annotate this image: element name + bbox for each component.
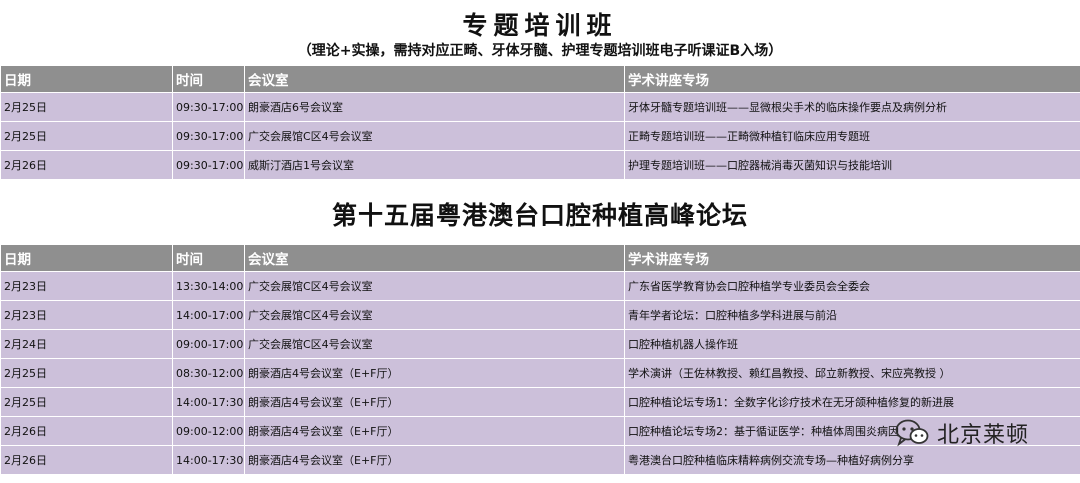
cell-date: 2月25日 <box>0 387 173 417</box>
cell-room: 朗豪酒店4号会议室（E+F厅） <box>244 416 625 446</box>
cell-room: 朗豪酒店4号会议室（E+F厅） <box>244 358 625 388</box>
table-row: 2月25日 09:30-17:00 广交会展馆C区4号会议室 正畸专题培训班——正畸微… <box>0 121 1080 151</box>
cell-session: 护理专题培训班——口腔器械消毒灭菌知识与技能培训 <box>624 150 1080 180</box>
column-header-date: 日期 <box>0 65 173 93</box>
column-header-session: 学术讲座专场 <box>624 244 1080 272</box>
cell-time: 09:30-17:00 <box>172 92 245 122</box>
table-row: 2月23日 14:00-17:00 广交会展馆C区4号会议室 青年学者论坛：口腔种植多… <box>0 300 1080 330</box>
table-row: 2月26日 09:30-17:00 威斯汀酒店1号会议室 护理专题培训班——口腔器械消… <box>0 150 1080 180</box>
cell-room: 广交会展馆C区4号会议室 <box>244 121 625 151</box>
cell-session: 广东省医学教育协会口腔种植学专业委员会全委会 <box>624 271 1080 301</box>
cell-room: 朗豪酒店6号会议室 <box>244 92 625 122</box>
cell-date: 2月26日 <box>0 416 173 446</box>
cell-room: 威斯汀酒店1号会议室 <box>244 150 625 180</box>
table-header-row: 日期 时间 会议室 学术讲座专场 <box>0 65 1080 93</box>
cell-time: 09:00-12:00 <box>172 416 245 446</box>
column-header-room: 会议室 <box>244 65 625 93</box>
section1-title: 专题培训班 <box>462 11 618 40</box>
cell-session: 口腔种植机器人操作班 <box>624 329 1080 359</box>
cell-time: 14:00-17:30 <box>172 445 245 475</box>
section1-subtitle: （理论+实操，需持对应正畸、牙体牙髓、护理专题培训班电子听课证B入场） <box>297 43 783 59</box>
cell-time: 08:30-12:00 <box>172 358 245 388</box>
section2-title: 第十五届粤港澳台口腔种植高峰论坛 <box>331 201 748 230</box>
cell-time: 09:30-17:00 <box>172 121 245 151</box>
cell-date: 2月24日 <box>0 329 173 359</box>
cell-date: 2月23日 <box>0 271 173 301</box>
column-header-time: 时间 <box>172 65 245 93</box>
table-row: 2月23日 13:30-14:00 广交会展馆C区4号会议室 广东省医学教育协会口腔种… <box>0 271 1080 301</box>
cell-date: 2月26日 <box>0 445 173 475</box>
table-row: 2月25日 08:30-12:00 朗豪酒店4号会议室（E+F厅） 学术演讲（王佐林教… <box>0 358 1080 388</box>
column-header-room: 会议室 <box>244 244 625 272</box>
cell-session: 牙体牙髓专题培训班——显微根尖手术的临床操作要点及病例分析 <box>624 92 1080 122</box>
cell-date: 2月26日 <box>0 150 173 180</box>
table-row: 2月25日 14:00-17:30 朗豪酒店4号会议室（E+F厅） 口腔种植论坛专场1… <box>0 387 1080 417</box>
watermark-text: 北京莱顿 <box>937 423 1030 448</box>
cell-date: 2月25日 <box>0 121 173 151</box>
training-schedule-table: 日期 时间 会议室 学术讲座专场 2月25日 09:30-17:00 朗豪酒店6号会议室牙… <box>0 65 1080 180</box>
cell-session: 学术演讲（王佐林教授、赖红昌教授、邱立新教授、宋应亮教授 ） <box>624 358 1080 388</box>
cell-room: 广交会展馆C区4号会议室 <box>244 271 625 301</box>
cell-time: 09:00-17:00 <box>172 329 245 359</box>
table-row: 2月25日 09:30-17:00 朗豪酒店6号会议室 牙体牙髓专题培训班——显微根尖… <box>0 92 1080 122</box>
cell-time: 13:30-14:00 <box>172 271 245 301</box>
wechat-icon <box>895 419 929 447</box>
table-header-row: 日期 时间 会议室 学术讲座专场 <box>0 244 1080 272</box>
column-header-time: 时间 <box>172 244 245 272</box>
cell-date: 2月25日 <box>0 358 173 388</box>
table-row: 2月24日 09:00-17:00 广交会展馆C区4号会议室 口腔种植机器人操作班 <box>0 329 1080 359</box>
cell-room: 朗豪酒店4号会议室（E+F厅） <box>244 387 625 417</box>
cell-room: 朗豪酒店4号会议室（E+F厅） <box>244 445 625 475</box>
cell-time: 09:30-17:00 <box>172 150 245 180</box>
cell-time: 14:00-17:30 <box>172 387 245 417</box>
column-header-session: 学术讲座专场 <box>624 65 1080 93</box>
cell-session: 口腔种植论坛专场1：全数字化诊疗技术在无牙颌种植修复的新进展 <box>624 387 1080 417</box>
cell-session: 正畸专题培训班——正畸微种植钉临床应用专题班 <box>624 121 1080 151</box>
cell-room: 广交会展馆C区4号会议室 <box>244 300 625 330</box>
cell-room: 广交会展馆C区4号会议室 <box>244 329 625 359</box>
column-header-date: 日期 <box>0 244 173 272</box>
cell-date: 2月23日 <box>0 300 173 330</box>
watermark: 北京莱顿 <box>895 415 1029 451</box>
cell-time: 14:00-17:00 <box>172 300 245 330</box>
cell-session: 青年学者论坛：口腔种植多学科进展与前沿 <box>624 300 1080 330</box>
cell-date: 2月25日 <box>0 92 173 122</box>
